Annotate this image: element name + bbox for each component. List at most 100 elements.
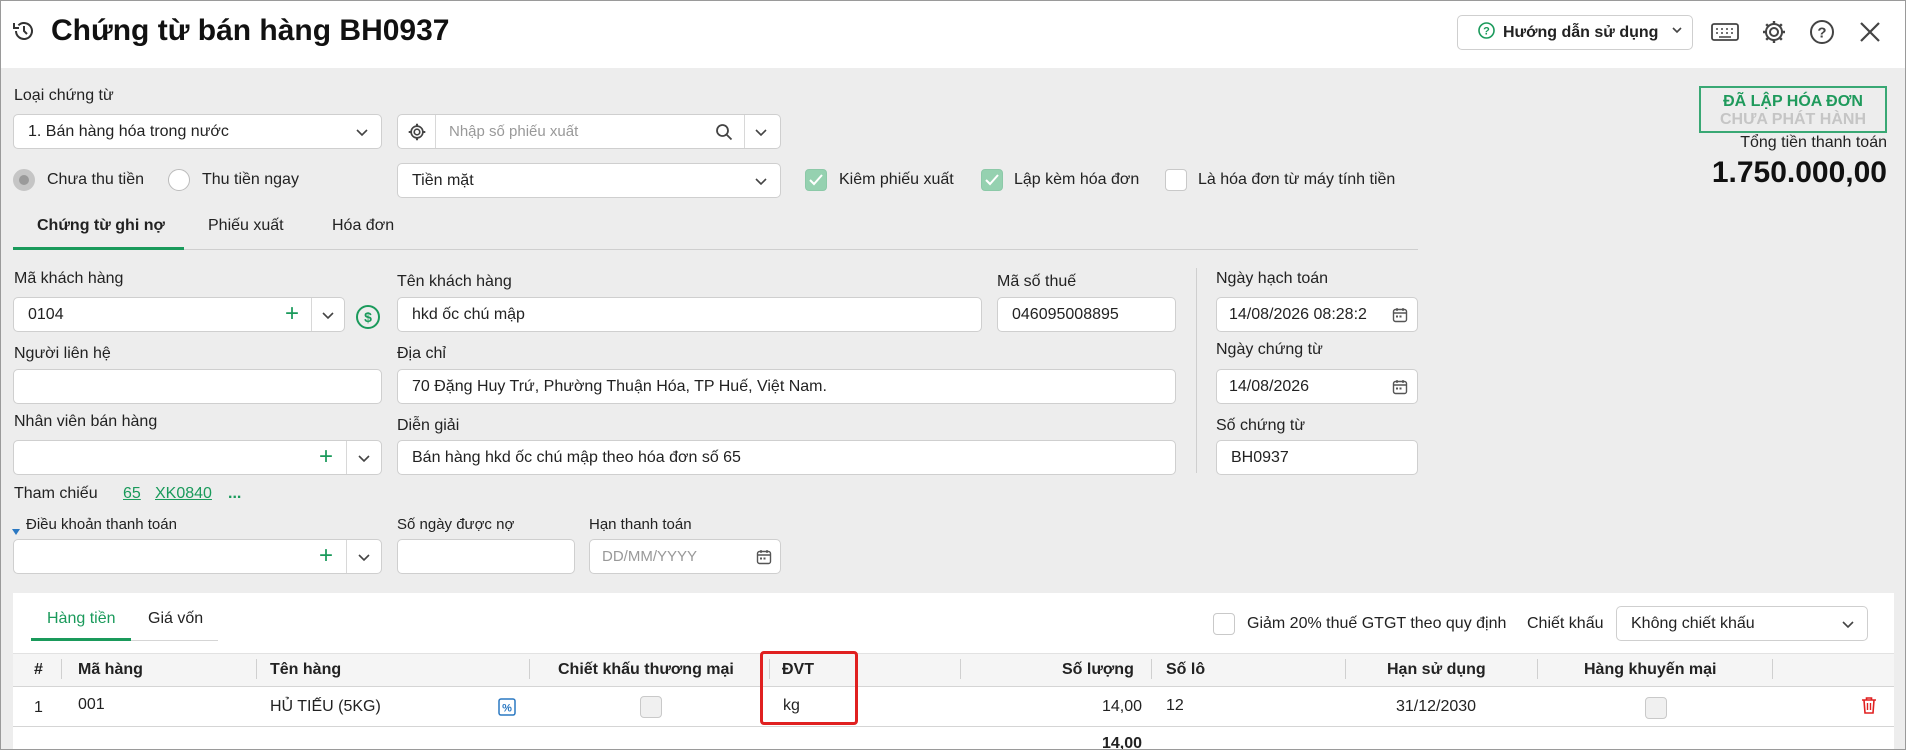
cell-quantity[interactable]: 14,00 xyxy=(1061,698,1142,716)
plus-icon[interactable]: + xyxy=(319,443,333,471)
tab-invoice[interactable]: Hóa đơn xyxy=(332,217,394,235)
svg-text:?: ? xyxy=(1817,25,1826,42)
address-field[interactable]: 70 Đặng Huy Trứ, Phường Thuận Hóa, TP Hu… xyxy=(397,369,1176,404)
cash-register-label: Là hóa đơn từ máy tính tiền xyxy=(1198,171,1396,188)
discount-percent-icon[interactable]: % xyxy=(498,698,516,716)
grid-active-tab-underline xyxy=(31,638,131,641)
trash-icon[interactable] xyxy=(1861,696,1877,714)
export-slip-checkbox[interactable] xyxy=(805,169,827,191)
cell-code[interactable]: 001 xyxy=(78,696,105,714)
calendar-icon[interactable] xyxy=(1392,307,1408,328)
keyboard-icon[interactable] xyxy=(1710,18,1740,46)
radio-paid-now-label: Thu tiền ngay xyxy=(202,171,299,188)
voucher-no-field[interactable]: BH0937 xyxy=(1216,440,1418,475)
dollar-circle-icon[interactable]: $ xyxy=(355,304,381,330)
export-slip-label: Kiêm phiếu xuất xyxy=(839,171,954,188)
cell-name[interactable]: HỦ TIẾU (5KG) xyxy=(270,698,381,716)
col-header-promo: Hàng khuyến mại xyxy=(1584,661,1717,678)
customer-code-label: Mã khách hàng xyxy=(14,270,124,287)
history-icon[interactable] xyxy=(11,18,37,44)
col-separator xyxy=(256,659,257,679)
voucher-type-label: Loại chứng từ xyxy=(14,87,114,104)
address-label: Địa chỉ xyxy=(397,345,446,362)
col-header-quantity: Số lượng xyxy=(1062,661,1134,678)
posting-date-field[interactable]: 14/08/2026 08:28:2 xyxy=(1216,297,1418,332)
col-header-code: Mã hàng xyxy=(78,661,143,678)
promo-checkbox[interactable] xyxy=(1645,697,1667,719)
reference-link-xk0840[interactable]: XK0840 xyxy=(155,485,212,503)
tax-code-value: 046095008895 xyxy=(1012,305,1119,323)
tab-debit-voucher[interactable]: Chứng từ ghi nợ xyxy=(37,217,165,235)
sales-staff-field[interactable]: + xyxy=(13,440,382,475)
col-separator xyxy=(61,659,62,679)
total-quantity: 14,00 xyxy=(1101,735,1142,750)
chevron-down-icon[interactable] xyxy=(357,451,371,470)
active-tab-underline xyxy=(13,247,184,250)
chevron-down-icon[interactable] xyxy=(321,308,335,327)
discount-select[interactable]: Không chiết khấu xyxy=(1616,606,1868,641)
contact-field[interactable] xyxy=(13,369,382,404)
col-separator xyxy=(960,659,961,679)
reference-link-65[interactable]: 65 xyxy=(123,485,141,503)
total-payment-value: 1.750.000,00 xyxy=(1711,156,1887,189)
radio-unpaid[interactable] xyxy=(13,169,35,191)
calendar-icon[interactable] xyxy=(756,549,772,570)
reference-more-link[interactable]: ... xyxy=(228,485,241,503)
dates-divider xyxy=(1196,268,1197,473)
help-guide-button[interactable]: ? Hướng dẫn sử dụng xyxy=(1457,15,1693,50)
customer-code-field[interactable]: 0104 + xyxy=(13,297,345,332)
discount-value: Không chiết khấu xyxy=(1631,614,1755,632)
description-label: Diễn giải xyxy=(397,417,460,434)
customer-name-field[interactable]: hkd ốc chú mập xyxy=(397,297,982,332)
plus-icon[interactable]: + xyxy=(319,542,333,570)
credit-days-field[interactable] xyxy=(397,539,575,574)
description-field[interactable]: Bán hàng hkd ốc chú mập theo hóa đơn số … xyxy=(397,440,1176,475)
sales-staff-label: Nhân viên bán hàng xyxy=(14,413,158,430)
page-title: Chứng từ bán hàng BH0937 xyxy=(51,14,450,47)
gear-icon[interactable] xyxy=(1760,18,1788,46)
radio-paid-now[interactable] xyxy=(168,169,190,191)
grid-tab-cost[interactable]: Giá vốn xyxy=(148,610,203,628)
payment-terms-field[interactable]: + xyxy=(13,539,382,574)
invoice-status-stamp: ĐÃ LẬP HÓA ĐƠN CHƯA PHÁT HÀNH xyxy=(1699,86,1887,133)
tab-export-slip[interactable]: Phiếu xuất xyxy=(208,217,284,235)
svg-text:?: ? xyxy=(1483,25,1490,37)
payment-method-value: Tiền mặt xyxy=(412,171,474,189)
customer-code-value: 0104 xyxy=(28,305,64,323)
description-value: Bán hàng hkd ốc chú mập theo hóa đơn số … xyxy=(412,448,741,466)
col-header-expiry: Hạn sử dụng xyxy=(1387,661,1486,678)
question-icon[interactable]: ? xyxy=(1808,18,1836,46)
export-no-field[interactable]: Nhập số phiếu xuất xyxy=(397,114,781,149)
trade-discount-checkbox[interactable] xyxy=(640,696,662,718)
tax-code-field[interactable]: 046095008895 xyxy=(997,297,1176,332)
grid-tab-goods[interactable]: Hàng tiền xyxy=(47,610,116,628)
cash-register-checkbox[interactable] xyxy=(1165,169,1187,191)
radio-unpaid-label: Chưa thu tiền xyxy=(47,171,144,188)
voucher-date-value: 14/08/2026 xyxy=(1229,377,1310,395)
reference-label: Tham chiếu xyxy=(14,485,98,502)
due-date-field[interactable]: DD/MM/YYYY xyxy=(589,539,781,574)
discount-label: Chiết khấu xyxy=(1527,615,1604,632)
chevron-down-icon[interactable] xyxy=(357,550,371,569)
calendar-icon[interactable] xyxy=(1392,379,1408,400)
help-circle-icon: ? xyxy=(1478,21,1495,44)
col-separator xyxy=(1772,659,1773,679)
voucher-date-field[interactable]: 14/08/2026 xyxy=(1216,369,1418,404)
vat-reduction-checkbox[interactable] xyxy=(1213,613,1235,635)
payment-method-select[interactable]: Tiền mặt xyxy=(397,163,781,198)
search-icon[interactable] xyxy=(715,123,733,146)
cell-lot[interactable]: 12 xyxy=(1166,697,1184,715)
customer-name-value: hkd ốc chú mập xyxy=(412,305,525,323)
plus-icon[interactable]: + xyxy=(285,300,299,328)
close-icon[interactable] xyxy=(1856,18,1884,46)
gear-icon[interactable] xyxy=(398,123,435,141)
tabs-divider xyxy=(13,249,1418,250)
cell-expiry[interactable]: 31/12/2030 xyxy=(1396,698,1476,716)
col-header-name: Tên hàng xyxy=(270,661,342,678)
chevron-down-icon[interactable] xyxy=(754,125,768,144)
voucher-type-select[interactable]: 1. Bán hàng hóa trong nước xyxy=(13,114,382,149)
with-invoice-checkbox[interactable] xyxy=(981,169,1003,191)
caret-down-icon[interactable] xyxy=(12,522,20,540)
chevron-down-icon xyxy=(355,125,369,144)
credit-days-label: Số ngày được nợ xyxy=(397,516,515,533)
